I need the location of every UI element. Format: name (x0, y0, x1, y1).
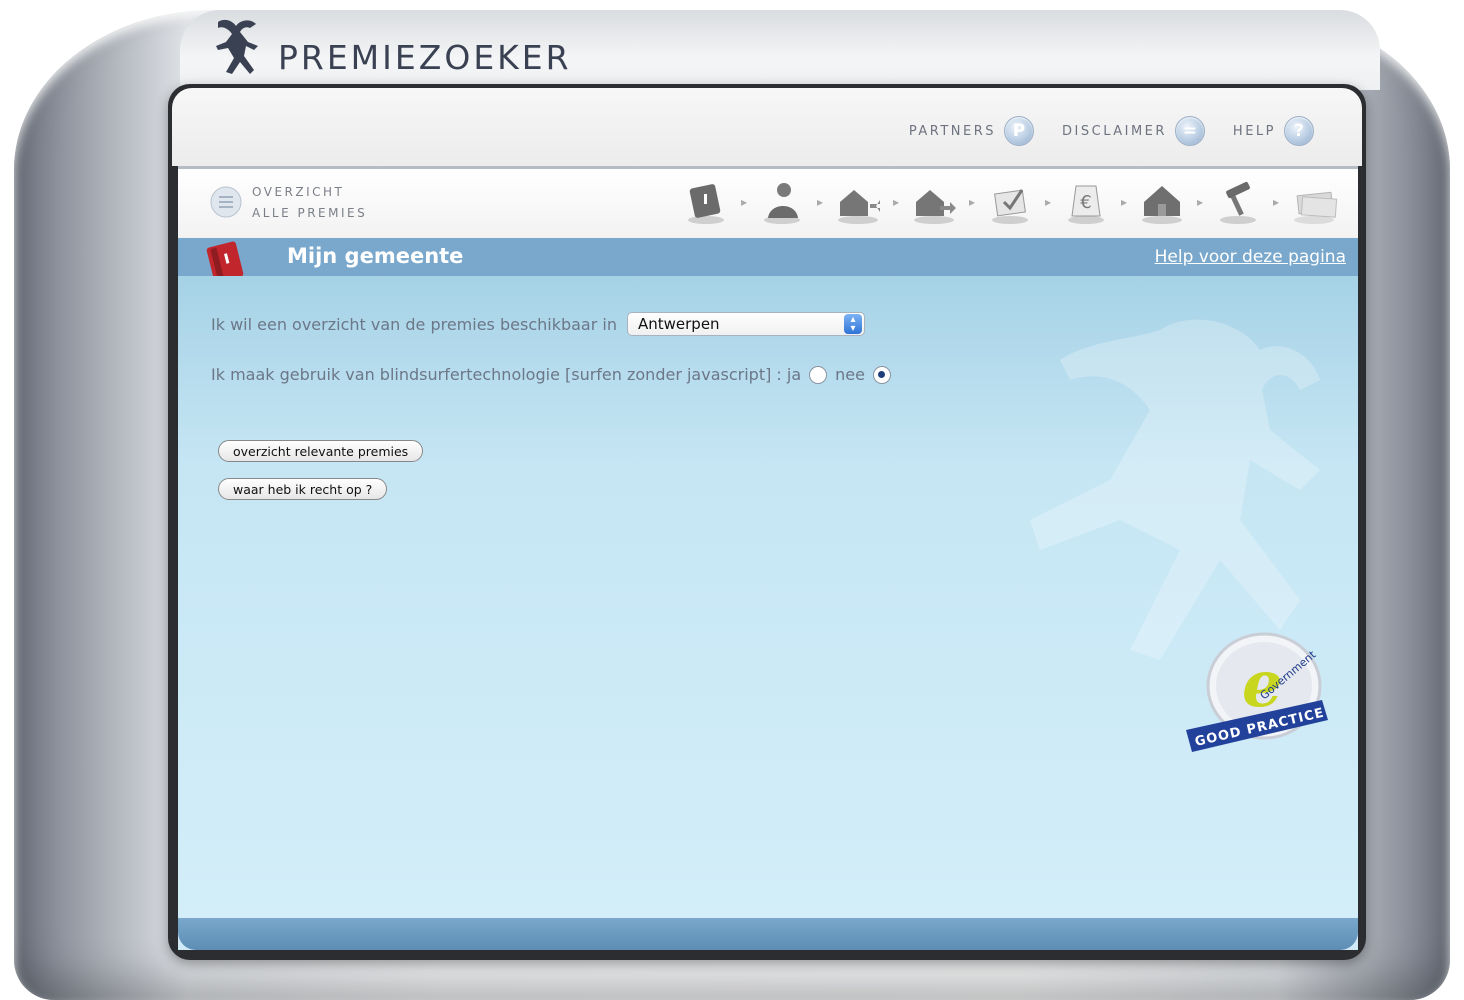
egovernment-good-practice-badge: e Government GOOD PRACTICE (1186, 632, 1328, 752)
nav-disclaimer[interactable]: DISCLAIMER = (1062, 116, 1205, 146)
step-arrow-icon: ▸ (892, 195, 900, 209)
book-step-icon[interactable] (678, 176, 734, 228)
brand-title: PREMIEZOEKER (278, 38, 572, 77)
help-icon: ? (1284, 116, 1314, 146)
help-page-link[interactable]: Help voor deze pagina (1155, 247, 1346, 267)
step-arrow-icon: ▸ (740, 195, 748, 209)
municipality-row: Ik wil een overzicht van de premies besc… (211, 312, 865, 336)
overview-all-premiums-link[interactable]: OVERZICHT ALLE PREMIES (252, 182, 367, 224)
radio-yes[interactable] (809, 365, 828, 384)
municipality-value: Antwerpen (637, 315, 720, 333)
nav-help[interactable]: HELP ? (1233, 116, 1314, 146)
page-title: Mijn gemeente (287, 244, 464, 268)
lion-logo-icon (216, 19, 258, 75)
step-arrow-icon: ▸ (1120, 195, 1128, 209)
step-arrow-icon: ▸ (1196, 195, 1204, 209)
nav-partners[interactable]: PARTNERS P (908, 116, 1035, 146)
select-updown-icon: ▴ ▾ (843, 314, 862, 334)
nav-help-label: HELP (1232, 123, 1276, 139)
overview-relevant-premiums-button[interactable]: overzicht relevante premies (218, 440, 424, 462)
house-arrow-out-step-icon[interactable] (906, 176, 962, 228)
municipality-label: Ik wil een overzicht van de premies besc… (211, 314, 617, 334)
house-step-icon[interactable] (1134, 176, 1190, 228)
person-step-icon[interactable] (754, 176, 810, 228)
step-navigation: ▸ ▸ ▸ ▸ ▸ € ▸ ▸ ▸ (678, 176, 1342, 228)
bottom-bar (178, 918, 1358, 950)
radio-no-label: nee (835, 365, 865, 384)
nav-partners-label: PARTNERS (908, 123, 997, 139)
checklist-step-icon[interactable] (982, 176, 1038, 228)
nav-disclaimer-label: DISCLAIMER (1062, 123, 1167, 139)
overview-list-icon[interactable] (210, 186, 242, 218)
hammer-step-icon[interactable] (1210, 176, 1266, 228)
municipality-select[interactable]: Antwerpen ▴ ▾ (626, 312, 865, 336)
rights-button[interactable]: waar heb ik recht op ? (218, 478, 388, 500)
svg-text:€: € (1080, 192, 1091, 213)
radio-no[interactable] (872, 365, 891, 384)
overview-line2: ALLE PREMIES (252, 206, 368, 220)
overview-line1: OVERZICHT (252, 185, 345, 199)
step-arrow-icon: ▸ (968, 195, 976, 209)
euro-step-icon[interactable]: € (1058, 176, 1114, 228)
blind-surfer-row: Ik maak gebruik van blindsurfertechnolog… (211, 365, 891, 384)
top-navigation: PARTNERS P DISCLAIMER = HELP ? (909, 116, 1314, 146)
partners-icon: P (1004, 116, 1035, 146)
disclaimer-icon: = (1174, 116, 1205, 146)
step-arrow-icon: ▸ (816, 195, 824, 209)
step-arrow-icon: ▸ (1272, 195, 1280, 209)
house-arrow-in-step-icon[interactable] (830, 176, 886, 228)
step-arrow-icon: ▸ (1044, 195, 1052, 209)
money-step-icon[interactable] (1286, 176, 1342, 228)
blind-surfer-label: Ik maak gebruik van blindsurfertechnolog… (211, 365, 802, 384)
